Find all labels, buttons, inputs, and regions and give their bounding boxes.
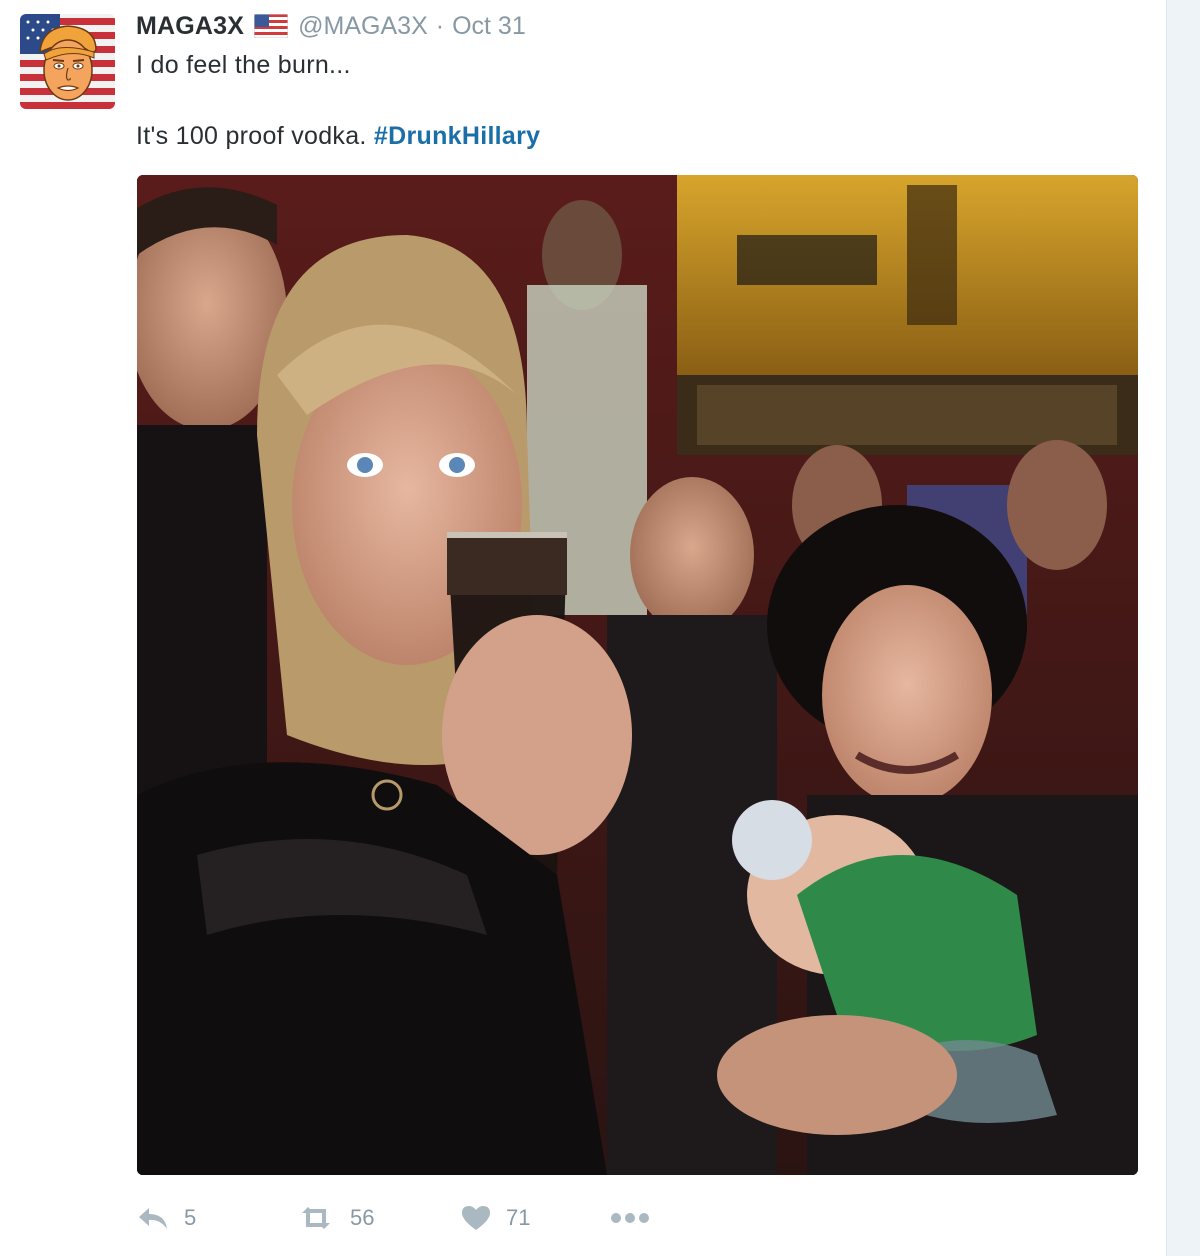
- separator-dot: ·: [435, 11, 445, 40]
- retweet-count: 56: [350, 1205, 375, 1230]
- us-flag-icon: [253, 13, 289, 39]
- avatar-image: [20, 14, 115, 109]
- tweet-text-line-2-text: It's 100 proof vodka.: [136, 122, 367, 150]
- tweet-actions: 5 56 71: [136, 1198, 650, 1238]
- hashtag-link[interactable]: #DrunkHillary: [374, 122, 540, 150]
- tweet-text-line-1: I do feel the burn...: [136, 51, 351, 79]
- tweet-card[interactable]: MAGA3X @MAGA3X · Oct 31 I do feel the bu…: [0, 0, 1167, 1256]
- screen-name[interactable]: @MAGA3X: [298, 12, 428, 41]
- like-count: 71: [506, 1205, 531, 1230]
- tweet-header: MAGA3X @MAGA3X · Oct 31: [136, 10, 526, 42]
- more-dots-icon: [610, 1211, 650, 1225]
- display-name[interactable]: MAGA3X: [136, 12, 244, 41]
- reply-button[interactable]: 5: [136, 1204, 296, 1232]
- reply-icon: [136, 1204, 170, 1232]
- tweet-text: I do feel the burn... It's 100 proof vod…: [136, 48, 540, 153]
- timestamp[interactable]: Oct 31: [452, 12, 526, 41]
- retweet-icon: [296, 1204, 336, 1232]
- photo-image: [137, 175, 1138, 1175]
- page: MAGA3X @MAGA3X · Oct 31 I do feel the bu…: [0, 0, 1200, 1256]
- tweet-photo[interactable]: [137, 175, 1138, 1175]
- retweet-button[interactable]: 56: [296, 1204, 460, 1232]
- reply-count: 5: [184, 1205, 197, 1230]
- heart-icon: [460, 1204, 492, 1232]
- like-button[interactable]: 71: [460, 1204, 610, 1232]
- tweet-text-line-2: It's 100 proof vodka. #DrunkHillary: [136, 119, 540, 153]
- avatar[interactable]: [20, 14, 115, 109]
- more-options-button[interactable]: [610, 1211, 650, 1225]
